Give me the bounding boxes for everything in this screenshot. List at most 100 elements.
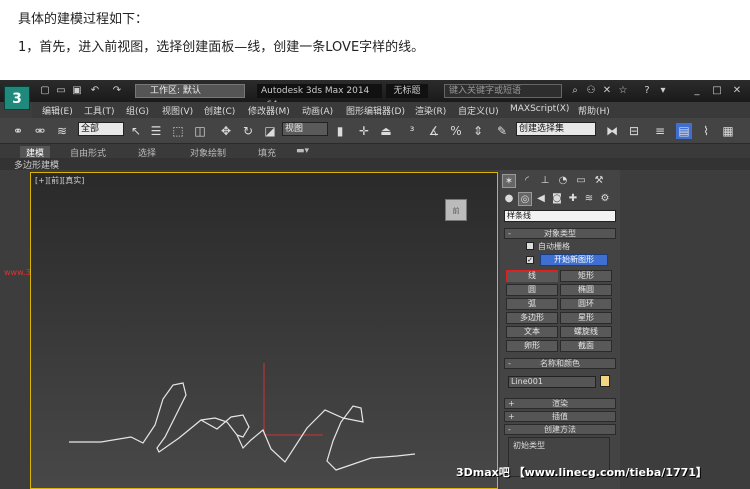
start-new-shape-button[interactable]: 开始新图形: [540, 254, 608, 266]
spinner-snap-icon[interactable]: ⇕: [470, 123, 486, 139]
menu-view[interactable]: 视图(V): [162, 104, 193, 117]
snaps-toggle-icon[interactable]: ³: [404, 123, 420, 139]
move-icon[interactable]: ✥: [218, 123, 234, 139]
spacewarps-icon[interactable]: ≋: [582, 192, 596, 206]
close-icon[interactable]: ✕: [730, 85, 744, 97]
arc-button[interactable]: 弧: [506, 298, 558, 310]
exchange-icon[interactable]: ✕: [600, 85, 614, 97]
circle-button[interactable]: 圆: [506, 284, 558, 296]
create-tab-icon[interactable]: ✶: [502, 174, 516, 188]
ribbon-panel: 多边形建模: [0, 158, 750, 171]
redo-icon[interactable]: ↷: [110, 85, 124, 97]
geometry-icon[interactable]: ●: [502, 192, 516, 206]
cameras-icon[interactable]: ◙: [550, 192, 564, 206]
link-icon[interactable]: ⚭: [10, 123, 26, 139]
creation-method-title: 创建方法: [544, 425, 576, 434]
object-color-swatch[interactable]: [600, 375, 610, 387]
schematic-view-icon[interactable]: ▦: [720, 123, 736, 139]
utilities-tab-icon[interactable]: ⚒: [592, 174, 606, 188]
rect-selection-icon[interactable]: ⬚: [170, 123, 186, 139]
object-type-rollout[interactable]: - 对象类型: [504, 228, 616, 239]
menu-animation[interactable]: 动画(A): [302, 104, 333, 117]
unlink-icon[interactable]: ⚮: [32, 123, 48, 139]
star-button[interactable]: 星形: [560, 312, 612, 324]
select-manipulate-icon[interactable]: ✛: [356, 123, 372, 139]
menu-maxscript[interactable]: MAXScript(X): [510, 104, 569, 114]
select-object-icon[interactable]: ↖: [128, 123, 144, 139]
app-logo-icon[interactable]: 3: [4, 86, 30, 110]
egg-button[interactable]: 卵形: [506, 340, 558, 352]
right-empty-area: [620, 170, 750, 489]
search-input[interactable]: 键入关键字或短语: [444, 84, 562, 98]
binoculars-icon[interactable]: ⌕: [568, 85, 582, 97]
ngon-button[interactable]: 多边形: [506, 312, 558, 324]
edit-named-selection-icon[interactable]: ✎: [494, 123, 510, 139]
hierarchy-tab-icon[interactable]: ⊥: [538, 174, 552, 188]
shape-category-dropdown[interactable]: 样条线: [504, 210, 616, 222]
ribbon-options-icon[interactable]: ▬▾: [296, 146, 309, 156]
angle-snap-icon[interactable]: ∡: [426, 123, 442, 139]
section-button[interactable]: 截面: [560, 340, 612, 352]
helix-button[interactable]: 螺旋线: [560, 326, 612, 338]
bind-spacewarp-icon[interactable]: ≋: [54, 123, 70, 139]
percent-snap-icon[interactable]: %: [448, 123, 464, 139]
modify-tab-icon[interactable]: ◜: [520, 174, 534, 188]
save-file-icon[interactable]: ▣: [70, 85, 84, 97]
workspace-dropdown[interactable]: 工作区: 默认: [135, 84, 245, 98]
menu-help[interactable]: 帮助(H): [578, 104, 610, 117]
selection-filter-dropdown[interactable]: 全部: [78, 122, 124, 136]
shapes-icon[interactable]: ◎: [518, 192, 532, 206]
name-color-rollout[interactable]: - 名称和颜色: [504, 358, 616, 369]
curve-editor-icon[interactable]: ⌇: [698, 123, 714, 139]
rendering-rollout[interactable]: + 渲染: [504, 398, 616, 409]
rectangle-button[interactable]: 矩形: [560, 270, 612, 282]
front-viewport[interactable]: [+][前][真实] 前: [30, 172, 498, 489]
interpolation-rollout[interactable]: + 插值: [504, 411, 616, 422]
rotate-icon[interactable]: ↻: [240, 123, 256, 139]
window-crossing-icon[interactable]: ◫: [192, 123, 208, 139]
menu-tools[interactable]: 工具(T): [84, 104, 115, 117]
start-new-shape-checkbox[interactable]: ✓: [526, 256, 534, 264]
menu-graph-editors[interactable]: 图形编辑器(D): [346, 104, 405, 117]
menu-customize[interactable]: 自定义(U): [458, 104, 499, 117]
article-line-1: 具体的建模过程如下：: [18, 12, 149, 27]
help-icon[interactable]: ?: [640, 85, 654, 97]
maximize-icon[interactable]: □: [710, 85, 724, 97]
motion-tab-icon[interactable]: ◔: [556, 174, 570, 188]
donut-button[interactable]: 圆环: [560, 298, 612, 310]
helpers-icon[interactable]: ✚: [566, 192, 580, 206]
menu-edit[interactable]: 编辑(E): [42, 104, 73, 117]
left-strip: www.3dxy.com: [0, 170, 64, 489]
reference-coord-dropdown[interactable]: 视图: [282, 122, 328, 136]
ellipse-button[interactable]: 椭圆: [560, 284, 612, 296]
menu-modifiers[interactable]: 修改器(M): [248, 104, 290, 117]
toggle-ribbon-icon[interactable]: ▤: [676, 123, 692, 139]
mirror-icon[interactable]: ⧓: [604, 123, 620, 139]
minimize-icon[interactable]: _: [690, 85, 704, 97]
display-tab-icon[interactable]: ▭: [574, 174, 588, 188]
creation-method-rollout[interactable]: - 创建方法: [504, 424, 616, 435]
open-file-icon[interactable]: ▭: [54, 85, 68, 97]
undo-icon[interactable]: ↶: [88, 85, 102, 97]
line-button[interactable]: 线: [506, 270, 558, 282]
select-by-name-icon[interactable]: ☰: [148, 123, 164, 139]
network-icon[interactable]: ⚇: [584, 85, 598, 97]
love-spline[interactable]: [31, 173, 499, 489]
lights-icon[interactable]: ◀: [534, 192, 548, 206]
menu-create[interactable]: 创建(C): [204, 104, 235, 117]
menu-group[interactable]: 组(G): [126, 104, 149, 117]
chevron-down-icon[interactable]: ▾: [656, 85, 670, 97]
menu-rendering[interactable]: 渲染(R): [415, 104, 446, 117]
layer-manager-icon[interactable]: ≡: [652, 123, 668, 139]
object-name-field[interactable]: Line001: [508, 376, 596, 388]
text-button[interactable]: 文本: [506, 326, 558, 338]
scale-icon[interactable]: ◪: [262, 123, 278, 139]
systems-icon[interactable]: ⚙: [598, 192, 612, 206]
pivot-center-icon[interactable]: ▮: [332, 123, 348, 139]
autogrid-checkbox[interactable]: [526, 242, 534, 250]
align-icon[interactable]: ⊟: [626, 123, 642, 139]
named-selection-dropdown[interactable]: 创建选择集: [516, 122, 596, 136]
new-file-icon[interactable]: ▢: [38, 85, 52, 97]
star-icon[interactable]: ☆: [616, 85, 630, 97]
keyboard-shortcut-icon[interactable]: ⏏: [378, 123, 394, 139]
